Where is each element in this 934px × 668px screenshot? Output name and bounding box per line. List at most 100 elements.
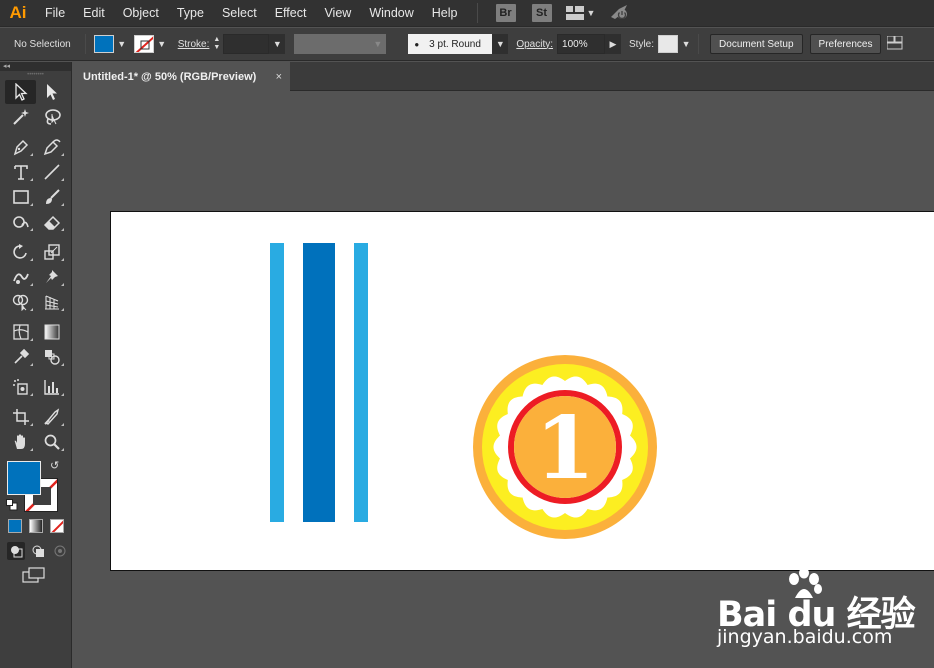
direct-selection-tool[interactable] — [36, 80, 67, 104]
none-mode-button[interactable] — [50, 519, 64, 533]
arrange-documents-icon — [886, 35, 903, 49]
blend-tool[interactable] — [36, 345, 67, 369]
zoom-tool[interactable] — [36, 430, 67, 454]
light-blue-stripe-right[interactable] — [354, 243, 368, 522]
pen-tool[interactable] — [5, 135, 36, 159]
tools-panel: ◂◂ •••••••• ↺ — [0, 62, 72, 668]
menu-select[interactable]: Select — [213, 0, 266, 27]
default-fill-stroke-icon[interactable] — [6, 499, 18, 511]
graphic-style-swatch[interactable] — [658, 35, 679, 53]
artboard-icon — [12, 408, 29, 425]
curvature-pen-icon — [43, 138, 61, 155]
perspective-grid-tool[interactable] — [36, 290, 67, 314]
eraser-tool[interactable] — [36, 210, 67, 234]
artboard[interactable]: 1 — [110, 211, 934, 571]
slice-tool[interactable] — [36, 405, 67, 429]
menu-type[interactable]: Type — [168, 0, 213, 27]
magnifier-icon — [44, 434, 60, 450]
selection-tool[interactable] — [5, 79, 36, 104]
opacity-dropdown-icon[interactable]: ▶ — [605, 34, 622, 54]
menu-object[interactable]: Object — [114, 0, 168, 27]
puppet-warp-tool[interactable] — [36, 265, 67, 289]
type-tool[interactable] — [5, 160, 36, 184]
stroke-weight-field[interactable] — [223, 34, 270, 54]
stock-button[interactable]: St — [531, 4, 552, 22]
stroke-label[interactable]: Stroke: — [178, 39, 210, 50]
medal-badge[interactable]: 1 — [473, 355, 657, 539]
document-tab[interactable]: Untitled-1* @ 50% (RGB/Preview) × — [73, 62, 290, 91]
menu-edit[interactable]: Edit — [74, 0, 114, 27]
gradient-mode-button[interactable] — [29, 519, 43, 533]
draw-behind-icon — [32, 545, 44, 557]
stroke-color-swatch[interactable] — [133, 35, 154, 53]
fill-color-box[interactable] — [7, 461, 41, 495]
line-segment-tool[interactable] — [36, 160, 67, 184]
bridge-button[interactable]: Br — [495, 4, 516, 22]
shape-builder-tool[interactable] — [5, 290, 36, 314]
arrange-documents-button[interactable] — [886, 35, 903, 53]
warp-tool[interactable] — [5, 265, 36, 289]
screen-mode-button[interactable] — [21, 566, 46, 586]
line-segment-icon — [43, 163, 60, 180]
lasso-tool[interactable] — [36, 105, 67, 129]
rectangle-icon — [12, 189, 29, 204]
fill-color-swatch[interactable] — [93, 35, 114, 53]
shaper-icon — [12, 215, 29, 228]
gradient-icon — [44, 324, 59, 339]
workspace-switcher-button[interactable]: ▼ — [565, 6, 595, 20]
magic-wand-tool[interactable] — [5, 105, 36, 129]
mesh-tool[interactable] — [5, 320, 36, 344]
stepper-down-icon[interactable]: ▼ — [213, 44, 220, 52]
menu-view[interactable]: View — [315, 0, 360, 27]
menu-effect[interactable]: Effect — [266, 0, 316, 27]
menu-file[interactable]: File — [36, 0, 74, 27]
shaper-tool[interactable] — [5, 210, 36, 234]
draw-normal-button[interactable] — [7, 542, 25, 560]
rotate-tool[interactable] — [5, 240, 36, 264]
stroke-weight-chevron-icon[interactable]: ▼ — [269, 34, 286, 54]
menu-window[interactable]: Window — [360, 0, 422, 27]
menu-help[interactable]: Help — [423, 0, 467, 27]
symbol-sprayer-tool[interactable] — [5, 375, 36, 399]
eyedropper-tool[interactable] — [5, 345, 36, 369]
color-mode-button[interactable] — [8, 519, 22, 533]
scale-tool[interactable] — [36, 240, 67, 264]
slice-knife-icon — [43, 407, 59, 425]
dark-blue-stripe[interactable] — [303, 243, 335, 522]
stroke-weight-stepper[interactable]: ▲ ▼ — [213, 36, 220, 52]
gpu-performance-button[interactable] — [609, 3, 631, 24]
stroke-dropdown-chevron-icon[interactable]: ▼ — [154, 35, 170, 53]
pen-nib-icon — [13, 139, 28, 155]
paintbrush-tool[interactable] — [36, 185, 67, 209]
control-separator-2 — [698, 34, 700, 54]
gradient-tool[interactable] — [36, 320, 67, 344]
brush-dropdown-chevron-icon[interactable]: ▼ — [492, 34, 509, 54]
curvature-tool[interactable] — [36, 135, 67, 159]
light-blue-stripe-left[interactable] — [270, 243, 284, 522]
style-dropdown-chevron-icon[interactable]: ▼ — [678, 35, 694, 53]
draw-inside-icon — [54, 545, 66, 557]
draw-behind-button[interactable] — [29, 542, 47, 560]
tools-collapse-button[interactable]: ◂◂ — [0, 62, 71, 71]
artwork: 1 — [270, 243, 657, 539]
hand-tool[interactable] — [5, 430, 36, 454]
preferences-button[interactable]: Preferences — [809, 34, 882, 54]
brush-definition-field[interactable]: ● 3 pt. Round — [408, 34, 493, 54]
stepper-up-icon[interactable]: ▲ — [213, 36, 220, 44]
opacity-label[interactable]: Opacity: — [516, 39, 553, 50]
column-graph-tool[interactable] — [36, 375, 67, 399]
close-tab-icon[interactable]: × — [276, 71, 282, 83]
document-setup-button[interactable]: Document Setup — [710, 34, 803, 54]
menu-separator — [476, 3, 478, 23]
swap-fill-stroke-icon[interactable]: ↺ — [50, 459, 59, 472]
fill-stroke-widget: ↺ — [0, 459, 71, 513]
perspective-grid-icon — [44, 294, 59, 310]
artboard-tool[interactable] — [5, 405, 36, 429]
variable-width-profile[interactable]: ▼ — [294, 34, 387, 54]
fill-dropdown-chevron-icon[interactable]: ▼ — [114, 35, 130, 53]
draw-inside-button[interactable] — [51, 542, 69, 560]
tools-panel-grip[interactable]: •••••••• — [0, 71, 71, 79]
rectangle-tool[interactable] — [5, 185, 36, 209]
brush-label: 3 pt. Round — [429, 38, 481, 50]
opacity-field[interactable]: 100% — [557, 34, 606, 54]
